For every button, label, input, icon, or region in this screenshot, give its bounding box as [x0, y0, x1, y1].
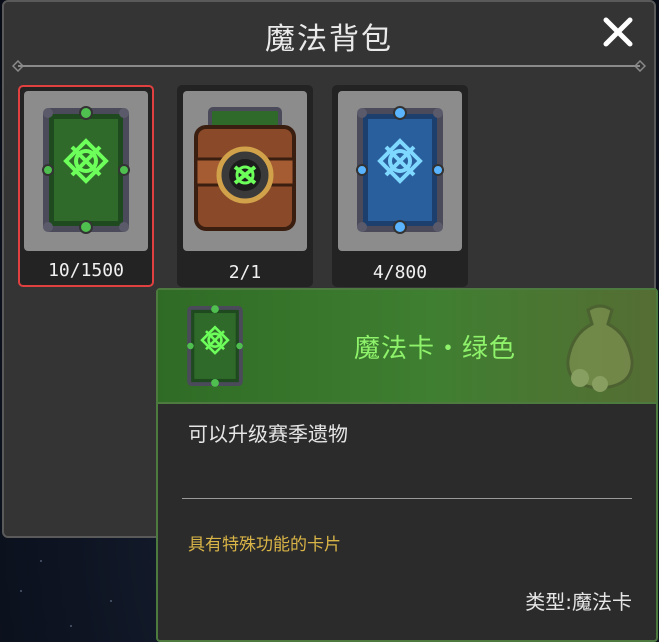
- slot-count: 2/1: [228, 262, 262, 283]
- money-bag-icon: [566, 304, 634, 392]
- slot-count: 4/800: [372, 262, 428, 283]
- slot-background: [338, 91, 462, 251]
- slot-count: 10/1500: [48, 260, 124, 281]
- item-name: 魔法卡・绿色: [354, 334, 517, 364]
- item-description: 可以升级赛季遗物: [188, 422, 348, 446]
- item-subtitle: 具有特殊功能的卡片: [188, 535, 341, 555]
- inventory-slot-green-card[interactable]: 10/1500: [18, 85, 154, 287]
- item-tooltip: 魔法卡・绿色 可以升级赛季遗物 具有特殊功能的卡片 类型:魔法卡: [156, 288, 658, 642]
- inventory-slot-blue-card[interactable]: 4/800: [332, 85, 468, 287]
- green-magic-card-icon: [42, 106, 130, 234]
- title-divider: [12, 60, 646, 72]
- tooltip-divider: [182, 498, 632, 499]
- tooltip-header: 魔法卡・绿色: [158, 290, 656, 404]
- item-type: 类型:魔法卡: [525, 590, 632, 614]
- leather-chest-icon: [194, 107, 296, 231]
- blue-magic-card-icon: [356, 106, 444, 234]
- green-magic-card-icon: [187, 305, 243, 387]
- window-title: 魔法背包: [265, 22, 393, 57]
- close-icon[interactable]: [602, 16, 634, 48]
- slot-background: [24, 91, 148, 251]
- slot-background: [183, 91, 307, 251]
- inventory-slot-chest[interactable]: 2/1: [177, 85, 313, 287]
